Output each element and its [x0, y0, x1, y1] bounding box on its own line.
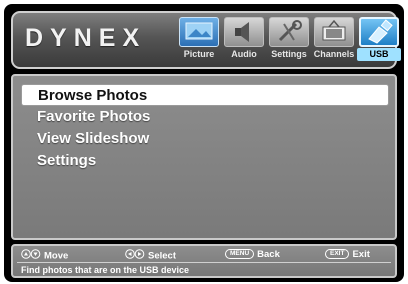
hint-move-label: Move: [44, 250, 69, 262]
tab-channels-label: Channels: [313, 49, 355, 59]
channels-icon: [314, 17, 354, 47]
tab-audio[interactable]: Audio: [224, 17, 264, 63]
picture-icon: [179, 17, 219, 47]
left-right-arrows-icon: [125, 249, 145, 263]
tab-settings[interactable]: Settings: [269, 17, 309, 63]
menu-item-view-slideshow[interactable]: View Slideshow: [21, 128, 389, 150]
hint-exit-label: Exit: [352, 249, 370, 260]
usb-icon: [359, 17, 399, 47]
tab-channels[interactable]: Channels: [314, 17, 354, 63]
hint-exit: EXIT Exit: [325, 249, 370, 261]
footer-divider: [17, 262, 391, 263]
hint-back-label: Back: [257, 249, 280, 260]
tab-usb-label: USB: [357, 48, 401, 61]
menu-item-settings[interactable]: Settings: [21, 150, 389, 172]
help-text: Find photos that are on the USB device: [21, 265, 190, 275]
tab-picture[interactable]: Picture: [179, 17, 219, 63]
up-down-arrows-icon: [21, 249, 41, 263]
usb-menu-panel: Browse Photos Favorite Photos View Slide…: [11, 74, 397, 240]
menu-item-favorite-photos[interactable]: Favorite Photos: [21, 106, 389, 128]
hint-select: Select: [125, 249, 176, 263]
header-bar: DYNEX Picture Audio Settings Channels US…: [11, 11, 401, 69]
tv-screen: DYNEX Picture Audio Settings Channels US…: [4, 4, 404, 282]
exit-key: EXIT: [325, 249, 350, 260]
menu-item-browse-photos[interactable]: Browse Photos: [21, 84, 389, 106]
hint-back: MENU Back: [225, 249, 280, 261]
menu-key: MENU: [225, 249, 255, 260]
hint-move: Move: [21, 249, 68, 263]
footer-bar: Move Select MENU Back EXIT Exit Find photo…: [11, 244, 397, 278]
hint-select-label: Select: [148, 250, 176, 262]
settings-icon: [269, 17, 309, 47]
key-hints: Move Select MENU Back EXIT Exit: [21, 249, 391, 263]
tab-usb[interactable]: USB: [357, 17, 401, 63]
audio-icon: [224, 17, 264, 47]
brand-logo: DYNEX: [25, 24, 147, 52]
